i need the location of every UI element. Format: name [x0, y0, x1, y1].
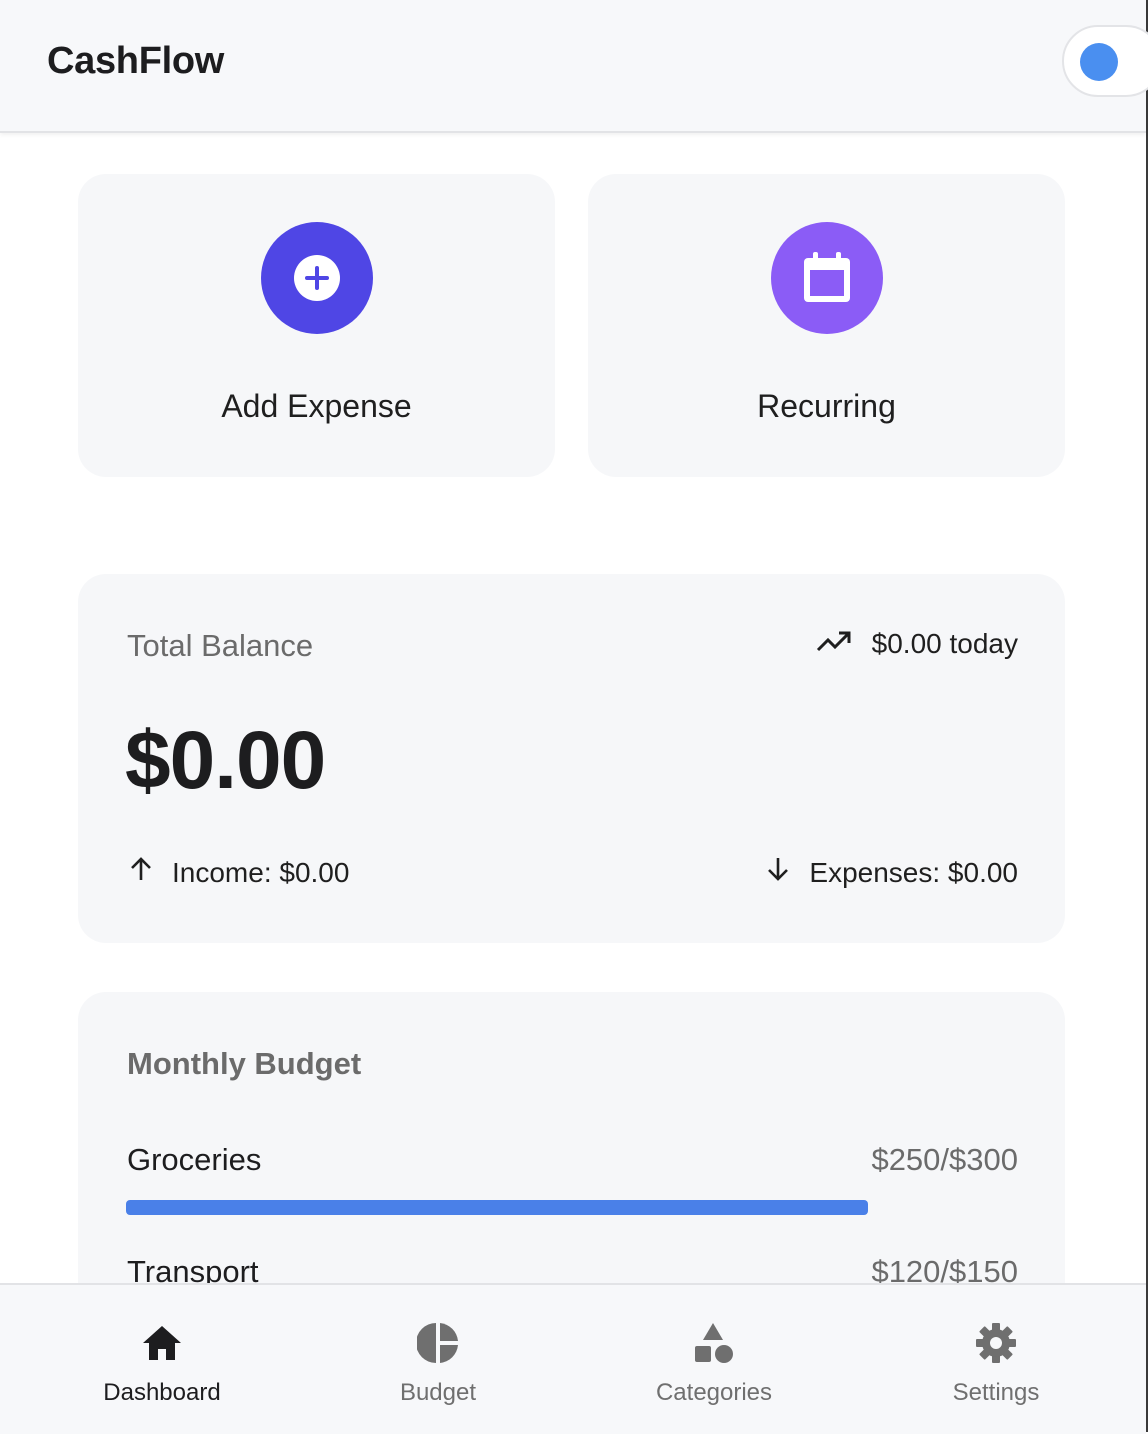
budget-item-amount: $250/$300: [871, 1142, 1018, 1177]
expenses-text: Expenses: $0.00: [809, 856, 1018, 888]
nav-item-settings[interactable]: Settings: [906, 1285, 1086, 1434]
arrow-up-icon: [128, 856, 154, 889]
budget-item-name: Groceries: [127, 1142, 262, 1177]
pie-chart-icon: [416, 1321, 460, 1365]
income-text: Income: $0.00: [172, 856, 350, 888]
nav-item-categories[interactable]: Categories: [624, 1285, 804, 1434]
nav-item-dashboard[interactable]: Dashboard: [72, 1285, 252, 1434]
home-icon: [140, 1321, 184, 1365]
trending-up-icon: [816, 628, 852, 660]
bottom-nav: Dashboard Budget Categories Settings: [0, 1283, 1146, 1434]
add-expense-button[interactable]: Add Expense: [78, 174, 555, 477]
theme-toggle[interactable]: [1062, 25, 1148, 97]
budget-progress-fill: [126, 1200, 869, 1215]
gear-icon: [974, 1321, 1018, 1365]
expenses-summary: Expenses: $0.00: [765, 856, 1018, 889]
add-expense-label: Add Expense: [221, 388, 412, 424]
nav-label-budget: Budget: [399, 1379, 477, 1406]
today-change: $0.00 today: [816, 628, 1018, 660]
balance-amount: $0.00: [125, 715, 326, 806]
nav-item-budget[interactable]: Budget: [348, 1285, 528, 1434]
nav-label-dashboard: Dashboard: [103, 1379, 221, 1406]
shapes-icon: [692, 1321, 736, 1365]
calendar-icon: [770, 222, 883, 334]
monthly-budget-title: Monthly Budget: [127, 1046, 362, 1081]
nav-label-settings: Settings: [952, 1379, 1040, 1406]
theme-toggle-knob[interactable]: [1080, 43, 1118, 81]
today-change-text: $0.00 today: [871, 628, 1018, 659]
recurring-button[interactable]: Recurring: [588, 174, 1065, 477]
arrow-down-icon: [765, 856, 791, 889]
app-header: CashFlow: [0, 0, 1148, 133]
app-title: CashFlow: [47, 40, 225, 82]
budget-progress-bar: [126, 1200, 1017, 1215]
plus-circle-icon: [260, 222, 373, 334]
recurring-label: Recurring: [757, 388, 896, 424]
nav-label-categories: Categories: [655, 1379, 773, 1406]
balance-card: Total Balance $0.00 today $0.00 Income: …: [78, 574, 1065, 943]
income-summary: Income: $0.00: [128, 856, 349, 889]
total-balance-label: Total Balance: [127, 628, 314, 663]
monthly-budget-card: Monthly Budget Groceries $250/$300 Trans…: [78, 992, 1065, 1322]
